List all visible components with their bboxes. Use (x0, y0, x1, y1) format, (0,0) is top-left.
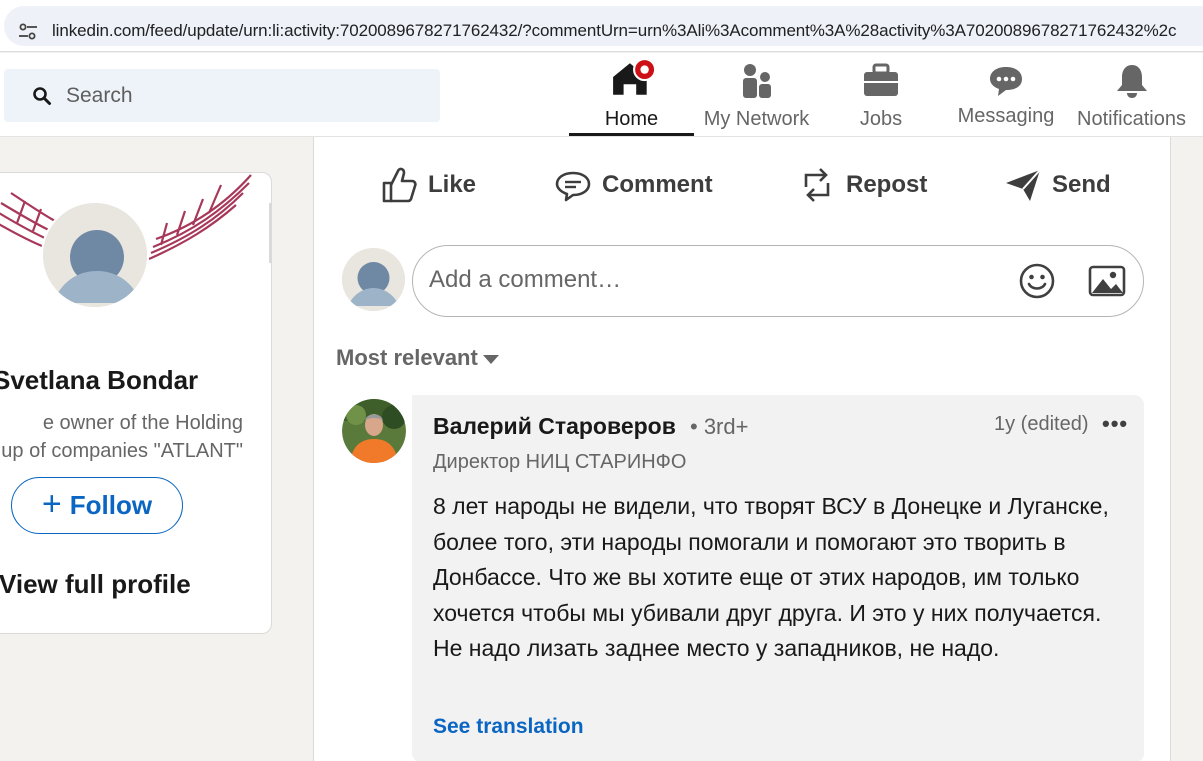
comment-text: 8 лет народы не видели, что творят ВСУ в… (433, 493, 1109, 661)
thumbs-up-icon (382, 167, 417, 203)
profile-card: Svetlana Bondar e owner of the Holding u… (0, 172, 272, 634)
nav-jobs-label: Jobs (859, 108, 903, 130)
url-text[interactable]: linkedin.com/feed/update/urn:li:activity… (52, 21, 1203, 41)
url-field[interactable]: linkedin.com/feed/update/urn:li:activity… (4, 6, 1203, 46)
send-icon (1006, 169, 1041, 201)
nav-messaging-label: Messaging (957, 105, 1055, 127)
like-label: Like (428, 171, 477, 198)
repost-button[interactable]: Repost (798, 163, 927, 207)
commenter-photo (342, 399, 406, 463)
profile-name[interactable]: Svetlana Bondar (0, 365, 198, 396)
people-icon (742, 64, 771, 98)
search-input[interactable]: Search (4, 69, 440, 122)
profile-avatar[interactable] (41, 201, 149, 309)
default-avatar-icon (342, 248, 405, 311)
comment-author-title: Директор НИЦ СТАРИНФО (433, 451, 687, 473)
top-navigation: Search Home My Network Jobs Messaging No… (0, 53, 1203, 137)
view-full-profile-link[interactable]: View full profile (0, 569, 191, 600)
site-settings-icon[interactable] (18, 23, 38, 41)
nav-my-network-label: My Network (703, 108, 810, 130)
search-icon (33, 87, 51, 105)
briefcase-icon (864, 63, 898, 96)
nav-home-label: Home (604, 108, 659, 130)
profile-headline-line1: e owner of the Holding (42, 412, 243, 434)
comment-bubble: Валерий Староверов • 3rd+ 1y (edited) ••… (412, 395, 1144, 761)
more-options-icon[interactable]: ••• (1102, 411, 1128, 437)
send-button[interactable]: Send (1004, 163, 1111, 207)
caret-down-icon (482, 355, 499, 364)
browser-address-bar: linkedin.com/feed/update/urn:li:activity… (0, 0, 1203, 52)
nav-my-network[interactable]: My Network (696, 53, 817, 137)
search-placeholder: Search (66, 84, 133, 107)
repost-icon (804, 168, 830, 202)
send-label: Send (1052, 171, 1111, 198)
repost-label: Repost (846, 171, 928, 198)
commenter-avatar[interactable] (342, 399, 406, 463)
comment-icon (555, 171, 591, 202)
comment-placeholder: Add a comment… (429, 266, 622, 293)
post-action-bar: Like Comment Repost Send (314, 137, 1172, 237)
nav-messaging[interactable]: Messaging (950, 53, 1062, 137)
chat-icon (990, 67, 1022, 96)
nav-jobs[interactable]: Jobs (830, 53, 932, 137)
plus-icon: + (41, 484, 62, 523)
comment-label: Comment (602, 171, 713, 198)
see-translation-link[interactable]: See translation (433, 715, 584, 739)
nav-notifications[interactable]: Notifications (1070, 53, 1193, 137)
follow-button[interactable]: + Follow (11, 477, 183, 534)
sort-label: Most relevant (336, 345, 478, 370)
nav-home[interactable]: Home (569, 53, 694, 137)
home-icon (612, 58, 656, 95)
bell-icon (1116, 65, 1147, 98)
image-icon[interactable] (1088, 264, 1126, 298)
default-avatar-icon (43, 203, 147, 307)
my-avatar (342, 248, 405, 311)
comment-item: Валерий Староверов • 3rd+ 1y (edited) ••… (342, 395, 1144, 761)
profile-headline: e owner of the Holding up of companies "… (0, 409, 243, 465)
add-comment-row: Add a comment… (342, 245, 1144, 317)
sort-dropdown[interactable]: Most relevant (336, 345, 500, 371)
comment-input[interactable]: Add a comment… (412, 245, 1144, 317)
emoji-icon[interactable] (1018, 262, 1056, 300)
comment-button[interactable]: Comment (554, 163, 713, 207)
connection-degree: • 3rd+ (690, 414, 749, 439)
post-card: Like Comment Repost Send Add a comment… … (313, 137, 1171, 761)
nav-notifications-label: Notifications (1077, 108, 1186, 130)
active-tab-indicator (569, 133, 694, 136)
like-button[interactable]: Like (380, 163, 476, 207)
comment-time: 1y (edited) (994, 413, 1089, 435)
follow-label: Follow (69, 490, 153, 520)
comment-author[interactable]: Валерий Староверов (433, 413, 676, 440)
profile-headline-line2: up of companies "ATLANT" (1, 440, 243, 462)
